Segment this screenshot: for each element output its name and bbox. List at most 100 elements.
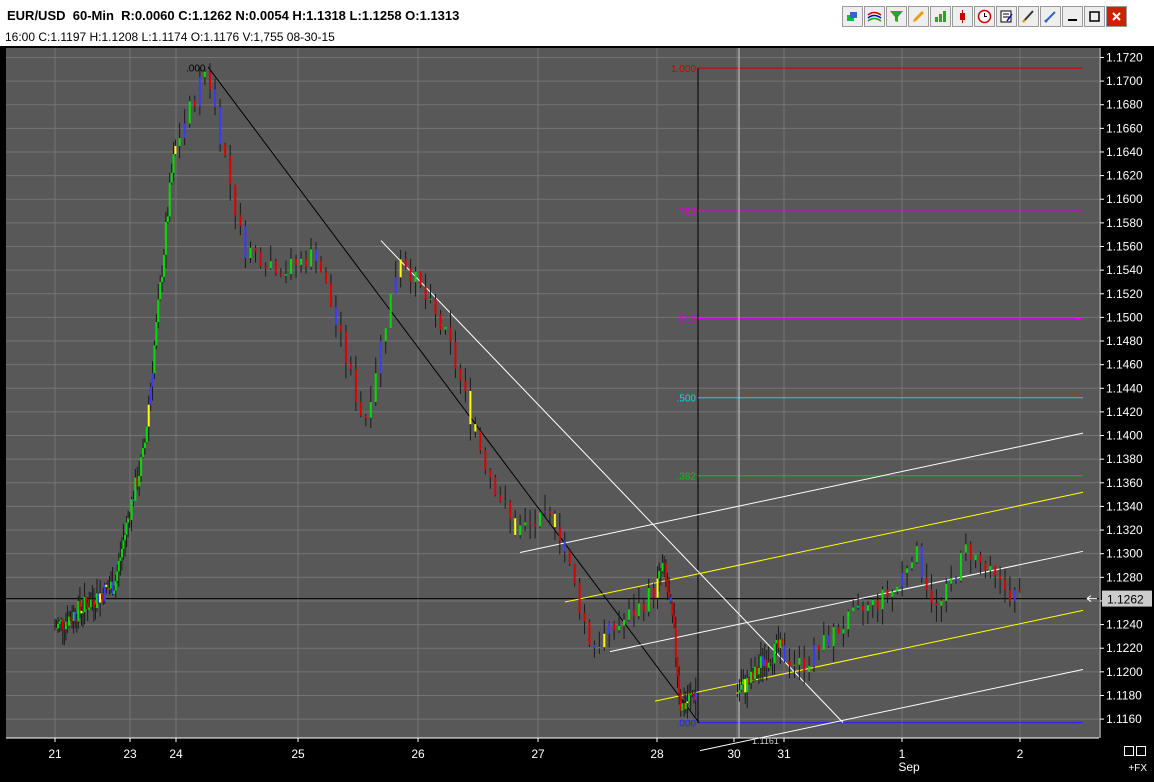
date-tick-label: 23 xyxy=(123,747,137,761)
price-bar-body xyxy=(613,622,616,631)
layout-toggle-icon[interactable] xyxy=(1124,746,1134,756)
price-bar-body xyxy=(224,144,227,156)
price-bar-body xyxy=(771,663,774,665)
pencil-icon[interactable] xyxy=(908,6,929,27)
price-bar-body xyxy=(678,675,681,694)
price-bar-body xyxy=(509,502,512,519)
price-bar-body xyxy=(608,622,611,634)
price-bar-body xyxy=(214,89,217,107)
waves-icon[interactable] xyxy=(864,6,885,27)
price-bar-body xyxy=(269,261,272,269)
date-tick-label: 28 xyxy=(650,747,664,761)
price-bar-body xyxy=(374,373,377,403)
close-icon[interactable] xyxy=(1106,6,1127,27)
price-bar-body xyxy=(82,612,85,614)
price-bar-body xyxy=(822,635,825,651)
price-bar-body xyxy=(289,258,292,275)
bar-info-line: 16:00 C:1.1197 H:1.1208 L:1.1174 O:1.117… xyxy=(5,30,335,44)
price-bar-body xyxy=(419,271,422,287)
price-bar-body xyxy=(984,562,987,571)
price-bar-body xyxy=(945,583,948,601)
funnel-icon[interactable] xyxy=(886,6,907,27)
price-stats: R:0.0060 C:1.1262 N:0.0054 H:1.1318 L:1.… xyxy=(121,8,460,23)
price-bar-body xyxy=(779,639,782,649)
price-tick-label: 1.1340 xyxy=(1106,499,1143,513)
price-bar-body xyxy=(813,645,816,666)
clock-icon[interactable] xyxy=(974,6,995,27)
price-bar-body xyxy=(857,605,860,608)
date-tick-label: 27 xyxy=(531,747,545,761)
window-header: EUR/USD 60-Min R:0.0060 C:1.1262 N:0.005… xyxy=(0,0,1154,46)
date-tick-label: 31 xyxy=(777,747,791,761)
price-bar-body xyxy=(642,603,645,612)
last-price-label: 1.1262 xyxy=(1107,593,1144,607)
price-bar-body xyxy=(99,593,102,603)
price-bar-body xyxy=(394,277,397,294)
price-bar-body xyxy=(736,692,739,694)
price-bar-body xyxy=(759,656,762,668)
price-bar-body xyxy=(684,703,687,710)
price-bar-body xyxy=(775,640,778,644)
price-bar-body xyxy=(661,562,664,572)
price-tick-label: 1.1500 xyxy=(1106,310,1143,324)
price-bar-body xyxy=(384,328,387,342)
price-bar-body xyxy=(817,645,820,651)
price-bar-body xyxy=(122,540,125,550)
price-bar-body xyxy=(754,666,757,679)
price-tick-label: 1.1160 xyxy=(1106,712,1142,726)
pen-icon[interactable] xyxy=(1018,6,1039,27)
price-bar-body xyxy=(153,345,156,374)
price-bar-body xyxy=(862,605,865,611)
price-bar-body xyxy=(434,298,437,315)
price-bar-body xyxy=(504,501,507,503)
price-bar-body xyxy=(553,513,556,528)
price-bar-body xyxy=(573,563,576,584)
price-bar-body xyxy=(193,101,196,107)
maximize-icon[interactable] xyxy=(1084,6,1105,27)
price-bar-body xyxy=(881,589,884,610)
price-bar-body xyxy=(519,525,522,536)
minimize-icon[interactable] xyxy=(1062,6,1083,27)
price-tick-label: 1.1580 xyxy=(1106,216,1143,230)
candlestick-icon[interactable] xyxy=(952,6,973,27)
price-bar-body xyxy=(979,554,982,563)
date-tick-label: 25 xyxy=(291,747,305,761)
layout-toggle-icon[interactable] xyxy=(1136,746,1146,756)
fib-level-label: .618 xyxy=(677,315,697,326)
price-bar-body xyxy=(459,368,462,381)
price-bar-body xyxy=(534,523,537,527)
layers-icon[interactable] xyxy=(842,6,863,27)
price-bar-body xyxy=(57,623,60,629)
wand-icon[interactable] xyxy=(1040,6,1061,27)
price-bar-body xyxy=(637,603,640,617)
price-tick-label: 1.1620 xyxy=(1106,169,1143,183)
price-chart[interactable]: 1.000 .786 .618 .500 .382 .000 .000 1.1720 1.1… xyxy=(0,46,1154,782)
price-bar-body xyxy=(141,448,144,458)
price-tick-label: 1.1400 xyxy=(1106,429,1143,443)
bar-chart-icon[interactable] xyxy=(930,6,951,27)
fx-label: +FX xyxy=(1128,763,1147,774)
price-bar-body xyxy=(105,584,108,588)
price-tick-label: 1.1520 xyxy=(1106,287,1143,301)
price-bar-body xyxy=(783,645,786,662)
price-bar-body xyxy=(886,589,889,597)
price-bar-body xyxy=(935,603,938,606)
price-bar-body xyxy=(539,512,542,527)
price-tick-label: 1.1440 xyxy=(1106,381,1143,395)
price-bar-body xyxy=(930,589,933,604)
price-tick-label: 1.1700 xyxy=(1106,74,1143,88)
price-bar-body xyxy=(827,635,830,647)
fib-level-label: .382 xyxy=(677,472,697,483)
price-bar-body xyxy=(379,341,382,374)
price-bar-body xyxy=(92,601,95,607)
price-bar-body xyxy=(55,628,58,630)
notepad-icon[interactable] xyxy=(996,6,1017,27)
price-bar-body xyxy=(117,560,120,572)
price-bar-body xyxy=(359,401,362,416)
price-bar-body xyxy=(354,369,357,402)
price-bar-body xyxy=(524,522,527,526)
price-tick-label: 1.1240 xyxy=(1106,618,1143,632)
price-bar-body xyxy=(74,611,77,621)
price-bar-body xyxy=(578,583,581,613)
price-bar-body xyxy=(319,260,322,273)
